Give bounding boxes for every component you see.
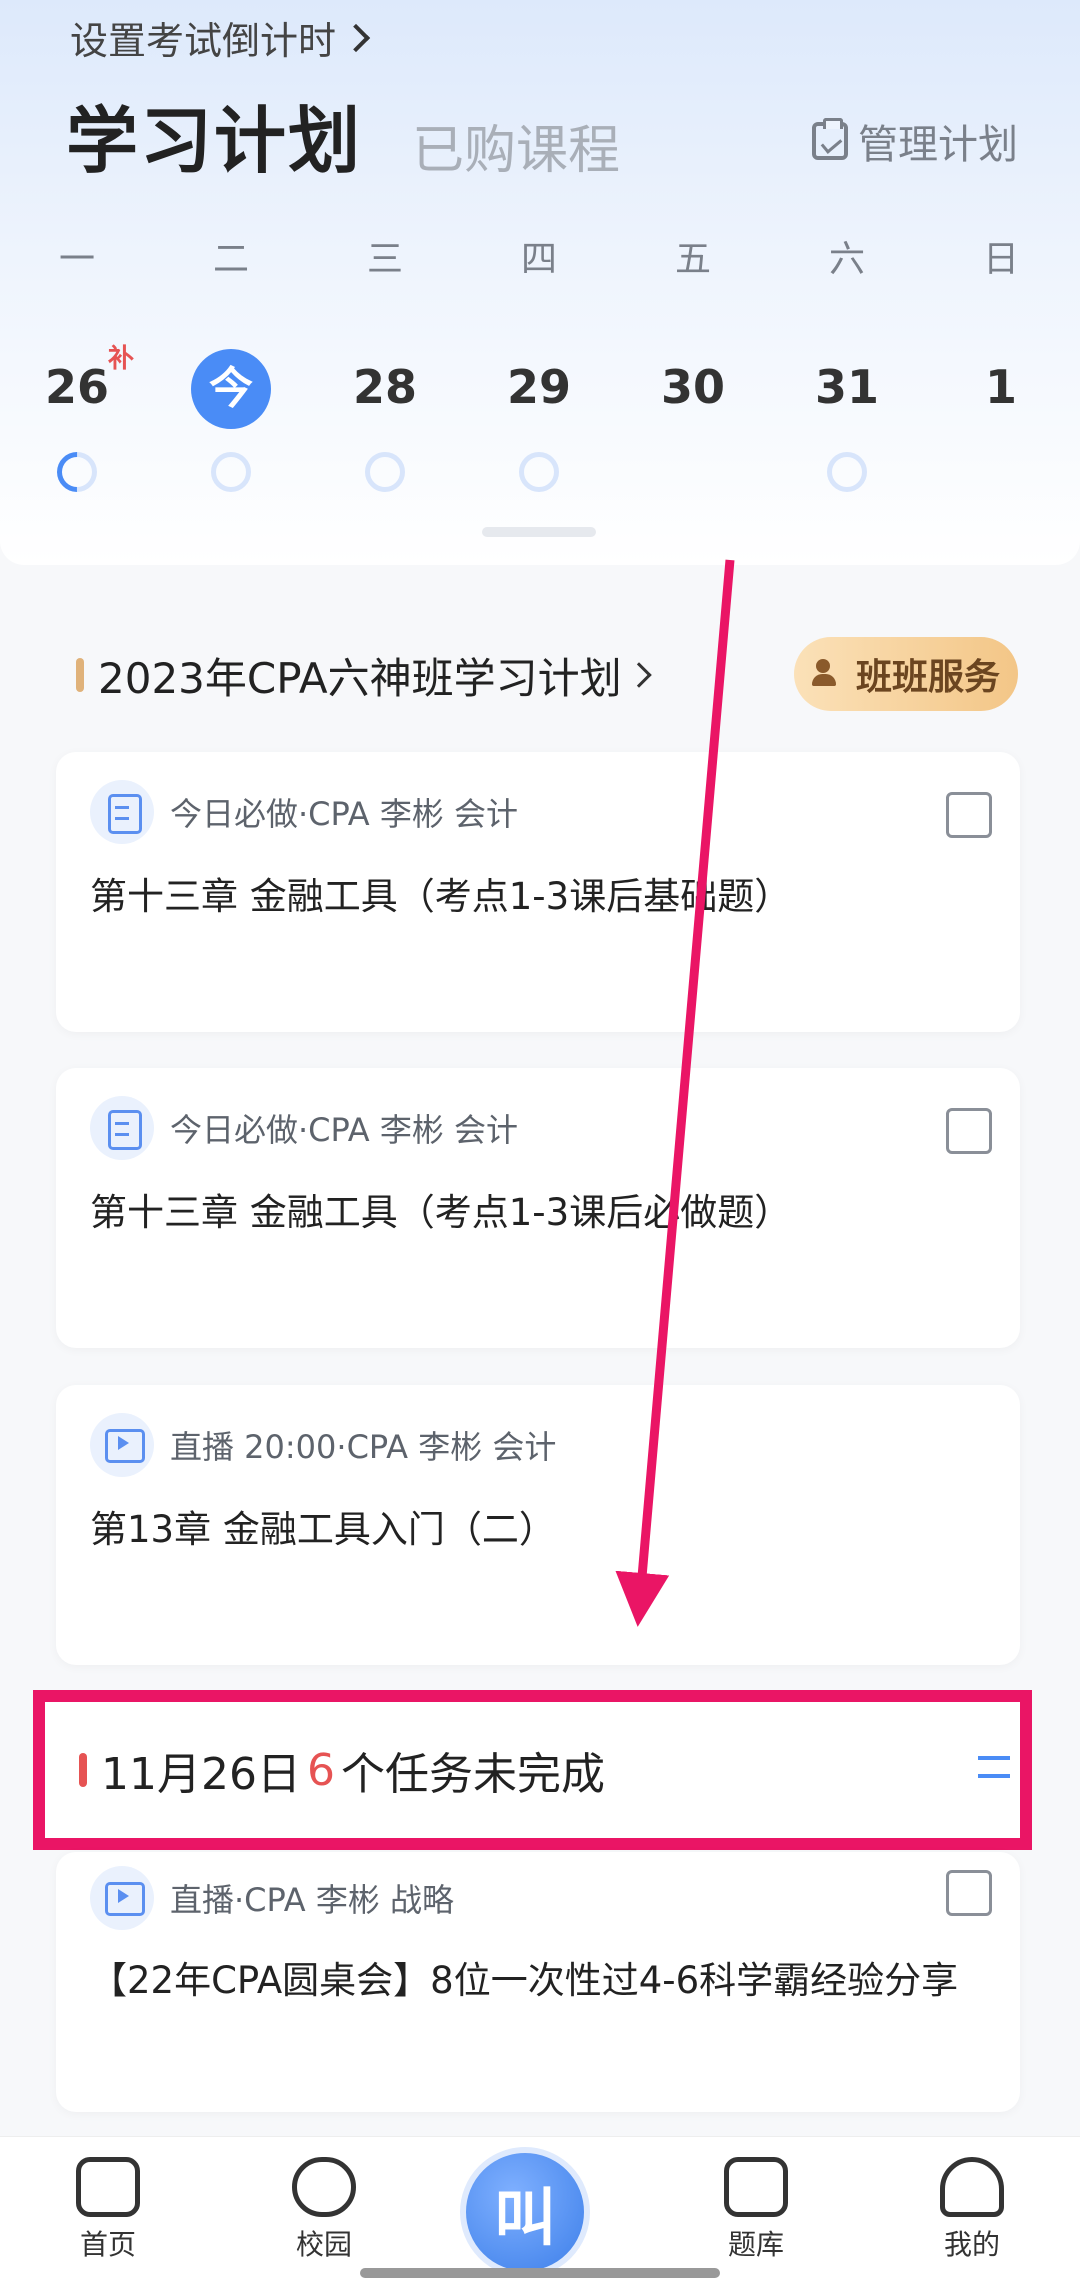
plan-title: 2023年CPA六神班学习计划	[98, 653, 622, 703]
home-icon	[76, 2157, 140, 2217]
weekday-label: 日	[982, 239, 1019, 280]
switch-icon[interactable]	[976, 1750, 1016, 1786]
today-marker: 今	[191, 349, 271, 429]
weekday-label: 六	[828, 239, 865, 280]
person-icon	[940, 2157, 1004, 2217]
manage-plan-label: 管理计划	[858, 122, 1018, 168]
makeup-badge: 补	[108, 344, 135, 374]
countdown-label: 设置考试倒计时	[70, 19, 337, 63]
day-column[interactable]: 日 1	[924, 240, 1078, 492]
nav-campus-label: 校园	[295, 2228, 352, 2261]
clipboard-icon	[812, 118, 848, 160]
task-card[interactable]: 今日必做·CPA 李彬 会计 第十三章 金融工具（考点1-3课后必做题）	[56, 1068, 1020, 1348]
nav-mine[interactable]: 我的	[892, 2157, 1052, 2263]
weekday-label: 三	[366, 239, 403, 280]
day-column[interactable]: 二 今	[154, 240, 308, 492]
weekday-label: 四	[520, 239, 557, 280]
pending-count: 6	[306, 1744, 335, 1796]
section-accent-bar	[76, 658, 84, 692]
exam-countdown-link[interactable]: 设置考试倒计时	[70, 10, 371, 65]
chat-icon	[292, 2157, 356, 2217]
nav-campus[interactable]: 校园	[244, 2157, 404, 2263]
pending-date: 11月26日	[101, 1749, 301, 1800]
progress-ring	[48, 443, 106, 501]
center-logo-icon: 叫	[460, 2147, 590, 2277]
task-title: 第13章 金融工具入门（二）	[90, 1508, 556, 1551]
nav-mine-label: 我的	[943, 2228, 1000, 2261]
task-title: 第十三章 金融工具（考点1-3课后基础题）	[90, 875, 792, 918]
pending-tasks-header[interactable]: 11月26日 6 个任务未完成	[33, 1690, 1032, 1850]
weekday-label: 一	[58, 239, 95, 280]
people-icon	[811, 659, 848, 689]
tab-study-plan[interactable]: 学习计划	[66, 82, 362, 187]
nav-question-bank-label: 题库	[727, 2228, 784, 2261]
task-meta: 今日必做·CPA 李彬 会计	[170, 795, 519, 833]
day-column[interactable]: 三 28	[308, 240, 462, 492]
date-label: 30	[660, 360, 725, 414]
class-service-label: 班班服务	[855, 657, 1000, 698]
task-card[interactable]: 直播 20:00·CPA 李彬 会计 第13章 金融工具入门（二）	[56, 1385, 1020, 1665]
task-meta: 今日必做·CPA 李彬 会计	[170, 1111, 519, 1149]
weekday-label: 五	[674, 239, 711, 280]
pending-label: 个任务未完成	[340, 1749, 605, 1800]
day-column[interactable]: 六 31	[770, 240, 924, 492]
progress-ring	[365, 452, 405, 492]
chevron-right-icon	[625, 662, 652, 688]
date-label: 31	[814, 360, 879, 414]
video-icon	[90, 1413, 154, 1477]
task-card[interactable]: 直播·CPA 李彬 战略 【22年CPA圆桌会】8位一次性过4-6科学霸经验分享	[56, 1852, 1020, 2112]
task-card[interactable]: 今日必做·CPA 李彬 会计 第十三章 金融工具（考点1-3课后基础题）	[56, 752, 1020, 1032]
document-icon	[90, 1096, 154, 1160]
section-accent-bar	[79, 1753, 87, 1787]
nav-question-bank[interactable]: 题库	[676, 2157, 836, 2263]
task-title: 【22年CPA圆桌会】8位一次性过4-6科学霸经验分享	[90, 1959, 959, 2002]
nav-home[interactable]: 首页	[28, 2157, 188, 2263]
day-column[interactable]: 一 26 补	[0, 239, 154, 501]
video-icon	[90, 1866, 154, 1930]
drag-handle[interactable]	[482, 527, 596, 537]
date-label: 1	[984, 360, 1017, 414]
nav-center[interactable]: 叫	[460, 2147, 620, 2277]
task-meta: 直播·CPA 李彬 战略	[170, 1881, 455, 1919]
bottom-nav: 首页 校园 叫 题库 我的	[0, 2136, 1080, 2286]
progress-ring	[827, 452, 867, 492]
home-indicator[interactable]	[360, 2268, 720, 2278]
date-label: 29	[506, 360, 571, 414]
progress-ring	[211, 452, 251, 492]
day-column[interactable]: 四 29	[462, 240, 616, 492]
day-column[interactable]: 五 30	[616, 240, 770, 492]
week-calendar: 一 26 补 二 今 三 28 四 29 五 30 六 31 日 1	[0, 239, 1080, 501]
tab-purchased-courses[interactable]: 已购课程	[412, 108, 620, 183]
task-title: 第十三章 金融工具（考点1-3课后必做题）	[90, 1191, 792, 1234]
date-label: 今	[154, 349, 308, 442]
chevron-right-icon	[341, 23, 371, 52]
nav-home-label: 首页	[79, 2228, 136, 2261]
task-checkbox[interactable]	[946, 1108, 992, 1154]
class-service-button[interactable]: 班班服务	[794, 637, 1018, 711]
task-checkbox[interactable]	[946, 1870, 992, 1916]
progress-ring	[519, 452, 559, 492]
task-meta: 直播 20:00·CPA 李彬 会计	[170, 1428, 557, 1466]
date-label: 28	[352, 360, 417, 414]
date-label: 26 补	[0, 344, 154, 442]
task-checkbox[interactable]	[946, 792, 992, 838]
manage-plan-button[interactable]: 管理计划	[812, 112, 1018, 170]
document-icon	[90, 780, 154, 844]
weekday-label: 二	[212, 239, 249, 280]
question-bank-icon	[724, 2157, 788, 2217]
